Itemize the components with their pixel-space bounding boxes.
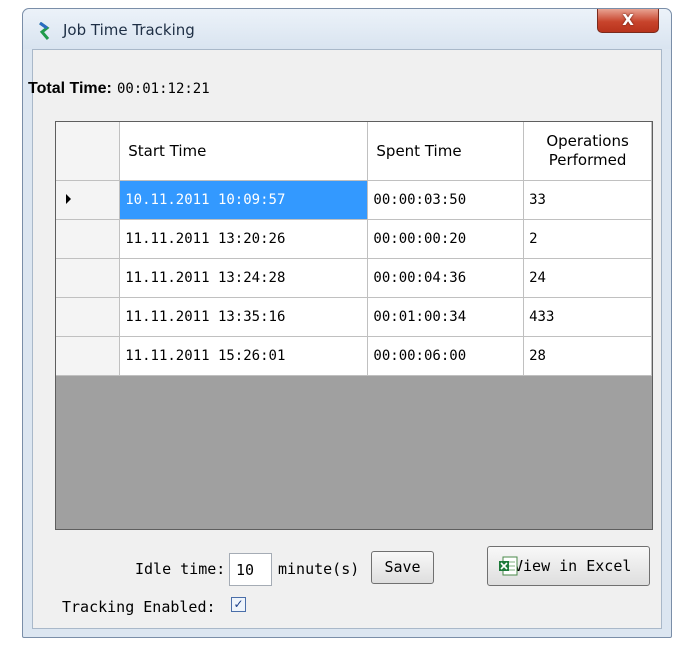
table-row[interactable]: 11.11.2011 15:26:01 00:00:06:00 28 [56,335,652,376]
column-header-start-time[interactable]: Start Time [119,122,369,181]
window-title: Job Time Tracking [63,21,195,39]
cell-spent-time[interactable]: 00:00:06:00 [367,335,525,376]
idle-time-input[interactable]: 10 [229,553,272,586]
row-header-corner[interactable] [56,122,121,181]
cell-spent-time[interactable]: 00:00:00:20 [367,218,525,259]
table-row[interactable]: 11.11.2011 13:20:26 00:00:00:20 2 [56,218,652,259]
view-in-excel-label: View in Excel [514,557,632,575]
column-header-spent-time[interactable]: Spent Time [367,122,525,181]
cell-spent-time[interactable]: 00:00:04:36 [367,257,525,298]
title-bar[interactable]: Job Time Tracking X [23,9,671,49]
view-in-excel-button[interactable]: View in Excel [487,546,650,586]
cell-spent-time[interactable]: 00:01:00:34 [367,296,525,337]
total-time-label: Total Time: [28,80,112,97]
table-row[interactable]: 11.11.2011 13:24:28 00:00:04:36 24 [56,257,652,298]
operations-header-line1: Operations [546,131,629,150]
cell-operations[interactable]: 433 [523,296,652,337]
close-button[interactable]: X [597,9,659,33]
current-row-arrow-icon [66,193,71,204]
app-logo-icon [39,22,50,40]
table-row[interactable]: 10.11.2011 10:09:57 00:00:03:50 33 [56,179,652,220]
column-header-operations[interactable]: Operations Performed [523,122,652,181]
cell-start-time[interactable]: 11.11.2011 15:26:01 [119,335,369,376]
total-time: Total Time: 00:01:12:21 [28,78,210,98]
row-header[interactable] [56,257,121,298]
cell-start-time[interactable]: 11.11.2011 13:35:16 [119,296,369,337]
tracking-enabled-checkbox[interactable]: ✓ [231,597,246,612]
row-header[interactable] [56,179,121,220]
total-time-value: 00:01:12:21 [116,81,210,97]
cell-operations[interactable]: 28 [523,335,652,376]
row-header[interactable] [56,296,121,337]
cell-operations[interactable]: 33 [523,179,652,220]
job-grid[interactable]: Start Time Spent Time Operations Perform… [55,121,653,530]
row-header[interactable] [56,218,121,259]
save-button[interactable]: Save [371,551,434,584]
cell-start-time[interactable]: 11.11.2011 13:20:26 [119,218,369,259]
header-row: Start Time Spent Time Operations Perform… [56,122,652,181]
idle-time-label: Idle time: [135,560,226,578]
row-header[interactable] [56,335,121,376]
cell-start-time[interactable]: 11.11.2011 13:24:28 [119,257,369,298]
job-table: Start Time Spent Time Operations Perform… [56,122,652,376]
operations-header-line2: Performed [548,150,627,169]
cell-operations[interactable]: 2 [523,218,652,259]
table-row[interactable]: 11.11.2011 13:35:16 00:01:00:34 433 [56,296,652,337]
cell-spent-time[interactable]: 00:00:03:50 [367,179,525,220]
minutes-label: minute(s) [278,560,360,578]
cell-operations[interactable]: 24 [523,257,652,298]
excel-icon [499,556,518,576]
cell-start-time[interactable]: 10.11.2011 10:09:57 [119,179,369,220]
tracking-enabled-label: Tracking Enabled: [62,598,216,616]
